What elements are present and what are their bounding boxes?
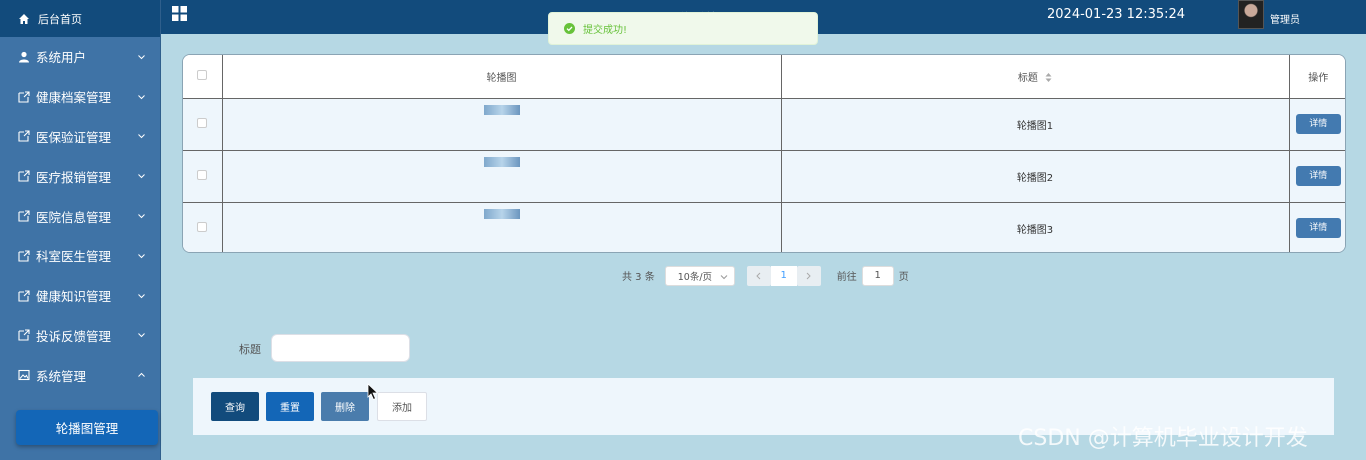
folder-icon [18,290,30,302]
check-circle-icon [564,23,575,34]
image-icon [18,370,30,381]
sidebar-item-label: 健康档案管理 [36,90,112,106]
sidebar-item-reimbursement[interactable]: 医疗报销管理 [0,156,160,196]
page-suffix: 页 [898,272,909,283]
chevron-left-icon [756,272,761,279]
success-toast: 提交成功! [548,12,818,45]
chevron-down-icon [138,134,145,139]
page-size-select[interactable]: 10条/页 [664,265,735,286]
pagination: 共 3 条 10条/页 1 前往 1 页 [622,265,909,286]
select-all-checkbox[interactable] [197,69,208,80]
grid-menu-icon[interactable] [172,6,187,21]
toast-message: 提交成功! [583,25,628,36]
search-title-input[interactable] [271,334,410,362]
row-checkbox[interactable] [197,221,208,232]
chevron-down-icon [138,214,145,219]
sidebar-item-knowledge[interactable]: 健康知识管理 [0,276,160,316]
avatar[interactable] [1238,0,1264,29]
goto-page-input[interactable]: 1 [861,265,894,286]
mouse-cursor-icon [367,383,379,401]
reset-button[interactable]: 重置 [266,392,314,421]
folder-icon [18,130,30,143]
table-row: 轮播图3 详情 [183,201,1345,252]
sidebar-item-health-records[interactable]: 健康档案管理 [0,77,160,117]
next-page-button[interactable] [796,265,821,286]
sidebar-item-label: 投诉反馈管理 [36,328,112,344]
carousel-thumbnail[interactable] [483,208,520,219]
chevron-down-icon [138,333,145,338]
sidebar-item-label: 系统管理 [36,368,87,384]
detail-button[interactable]: 详情 [1295,218,1341,239]
add-button[interactable]: 添加 [377,392,427,421]
page-number-current[interactable]: 1 [770,265,797,286]
chevron-down-icon [138,293,145,298]
home-icon [19,13,29,24]
sidebar-item-system[interactable]: 系统管理 [0,355,160,395]
detail-button[interactable]: 详情 [1295,166,1341,186]
query-button[interactable]: 查询 [211,392,259,421]
delete-button[interactable]: 删除 [321,392,369,421]
sidebar-item-doctors[interactable]: 科室医生管理 [0,236,160,276]
search-title-label: 标题 [239,343,261,356]
data-table: 轮播图 标题 操作 轮播图1 详情 轮播图2 详情 轮播图3 详情 [182,54,1346,253]
chevron-down-icon [138,254,145,259]
column-header-action: 操作 [1288,55,1345,99]
column-header-image: 轮播图 [221,55,782,99]
folder-icon [18,250,30,262]
sort-icon[interactable] [1045,73,1052,83]
row-title: 轮播图2 [780,149,1290,203]
user-name[interactable]: 管理员 [1270,11,1300,26]
table-header-row: 轮播图 标题 操作 [183,55,1345,99]
folder-icon [18,170,30,182]
folder-icon [18,210,30,222]
sidebar-item-label: 医疗报销管理 [36,169,112,185]
chevron-down-icon [138,55,145,60]
prev-page-button[interactable] [746,265,771,286]
row-title: 轮播图1 [780,97,1290,151]
sidebar-item-label: 健康知识管理 [36,289,112,305]
column-header-title[interactable]: 标题 [780,55,1290,99]
chevron-down-icon [720,274,728,279]
detail-button[interactable]: 详情 [1295,114,1341,134]
table-row: 轮播图2 详情 [183,149,1345,203]
sidebar-item-feedback[interactable]: 投诉反馈管理 [0,316,160,356]
row-title: 轮播图3 [780,201,1290,252]
current-datetime: 2024-01-23 12:35:24 [1047,7,1186,22]
chevron-down-icon [138,174,145,179]
row-checkbox[interactable] [197,117,208,128]
watermark-text: CSDN @计算机毕业设计开发 [1018,426,1308,451]
folder-icon [18,329,30,342]
sidebar-item-insurance[interactable]: 医保验证管理 [0,117,160,157]
pagination-total: 共 3 条 [622,272,655,283]
sidebar-home-label: 后台首页 [38,12,82,26]
user-icon [19,51,29,63]
carousel-thumbnail[interactable] [483,104,520,115]
sidebar-item-label: 系统用户 [36,50,87,66]
sidebar-item-label: 医保验证管理 [36,129,112,145]
sidebar-item-users[interactable]: 系统用户 [0,37,160,77]
table-row: 轮播图1 详情 [183,97,1345,151]
chevron-right-icon [806,272,811,279]
column-header-title-label: 标题 [1017,72,1038,84]
page-size-value: 10条/页 [677,271,713,283]
row-checkbox[interactable] [197,169,208,180]
chevron-up-icon [138,373,145,378]
sidebar-item-home[interactable]: 后台首页 [0,0,160,37]
chevron-down-icon [138,94,145,99]
select-all-cell[interactable] [183,55,223,99]
sidebar-item-label: 医院信息管理 [36,209,112,225]
goto-label: 前往 [836,272,857,283]
sidebar-item-hospitals[interactable]: 医院信息管理 [0,196,160,236]
sidebar: 后台首页 系统用户 健康档案管理 医保验证管理 医疗报销管理 医院信息管理 科室… [0,0,161,460]
carousel-thumbnail[interactable] [483,156,520,167]
folder-icon [18,91,30,103]
sidebar-item-label: 科室医生管理 [36,249,112,265]
sidebar-subitem-carousel[interactable]: 轮播图管理 [16,410,158,445]
